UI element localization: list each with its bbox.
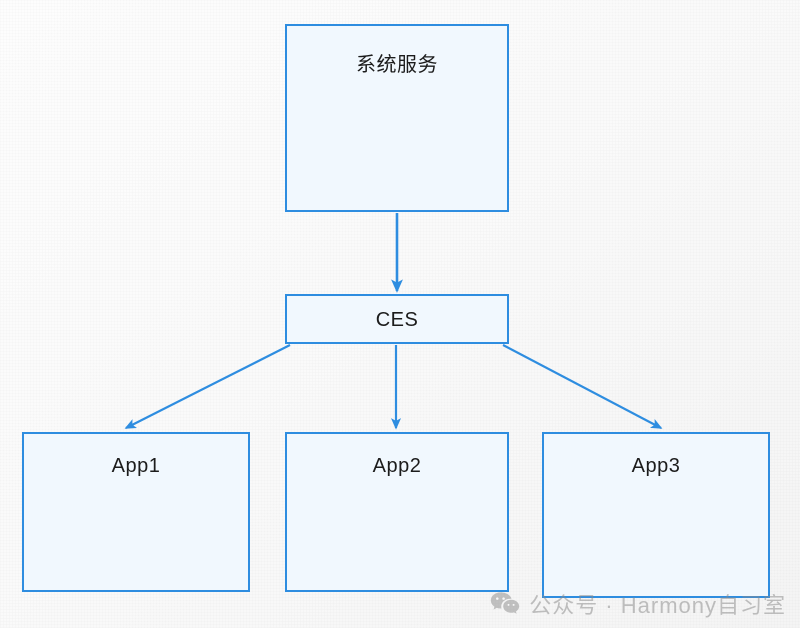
system-service-node[interactable]: 系统服务 <box>285 24 509 212</box>
app2-node[interactable]: App2 <box>285 432 509 592</box>
app1-node[interactable]: App1 <box>22 432 250 592</box>
diagram-canvas: 系统服务 亮灭屏事件 开关机事件 ······ CES App1 接收亮灭屏事件… <box>0 0 800 628</box>
app3-title: App3 <box>631 455 681 477</box>
app2-title: App2 <box>372 455 422 477</box>
edge-ces-to-app3 <box>502 344 663 429</box>
ces-node[interactable]: CES <box>285 294 509 344</box>
app3-node[interactable]: App3 <box>542 432 770 598</box>
ces-title: CES <box>375 309 419 331</box>
system-service-title: 系统服务 <box>356 54 438 76</box>
edge-ces-to-app1 <box>124 344 291 429</box>
app1-title: App1 <box>111 455 161 477</box>
